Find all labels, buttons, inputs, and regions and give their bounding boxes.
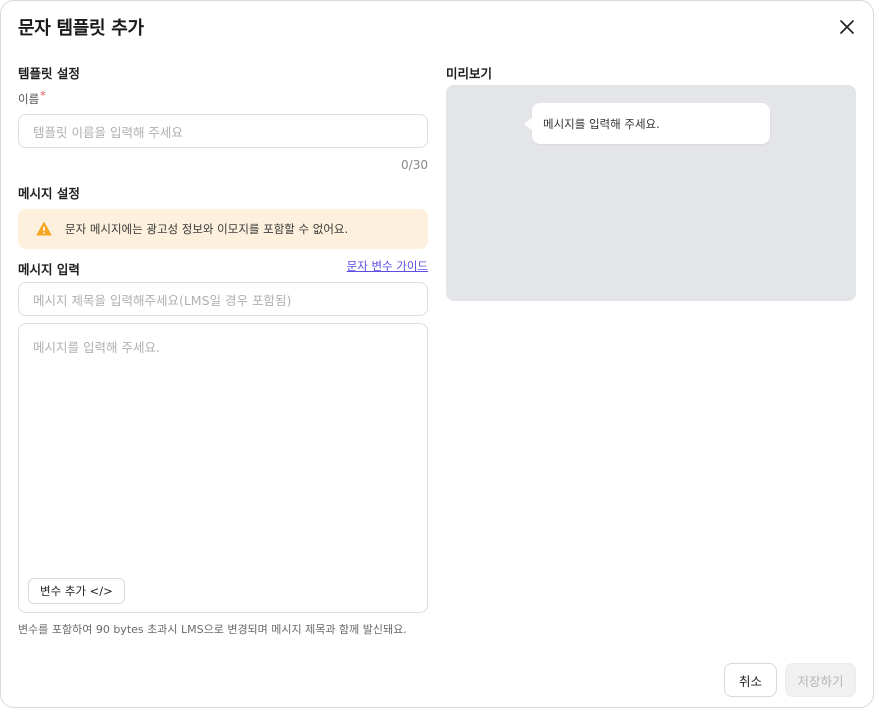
name-label-text: 이름: [18, 92, 40, 106]
close-icon[interactable]: [839, 19, 855, 35]
message-body-textarea[interactable]: 메시지를 입력해 주세요. 변수 추가 </>: [18, 323, 428, 613]
name-char-counter: 0/30: [401, 158, 428, 172]
add-variable-button[interactable]: 변수 추가 </>: [28, 578, 125, 604]
notice-text: 문자 메시지에는 광고성 정보와 이모지를 포함할 수 없어요.: [65, 222, 349, 236]
template-name-placeholder: 템플릿 이름을 입력해 주세요: [33, 124, 183, 140]
message-subject-input[interactable]: 메시지 제목을 입력해주세요(LMS일 경우 포함됨): [18, 282, 428, 316]
message-settings-heading: 메시지 설정: [18, 186, 80, 201]
save-button[interactable]: 저장하기: [785, 663, 856, 697]
add-sms-template-dialog: 문자 템플릿 추가 템플릿 설정 이름* 템플릿 이름을 입력해 주세요 0/3…: [0, 0, 874, 708]
preview-heading: 미리보기: [446, 66, 493, 81]
preview-message-bubble: 메시지를 입력해 주세요.: [532, 103, 770, 144]
message-input-heading: 메시지 입력: [18, 262, 80, 277]
required-mark: *: [40, 89, 46, 102]
template-settings-heading: 템플릿 설정: [18, 66, 80, 81]
dialog-title: 문자 템플릿 추가: [18, 18, 144, 39]
lms-helper-text: 변수를 포함하여 90 bytes 초과시 LMS으로 변경되며 메시지 제목과…: [18, 623, 407, 636]
sms-variable-guide-link[interactable]: 문자 변수 가이드: [341, 258, 428, 274]
template-name-input[interactable]: 템플릿 이름을 입력해 주세요: [18, 114, 428, 148]
close-button[interactable]: [833, 13, 861, 41]
ad-restriction-notice: 문자 메시지에는 광고성 정보와 이모지를 포함할 수 없어요.: [18, 209, 428, 249]
name-field-label: 이름*: [18, 89, 46, 107]
preview-bubble-text: 메시지를 입력해 주세요.: [543, 116, 660, 131]
message-body-placeholder: 메시지를 입력해 주세요.: [33, 340, 160, 355]
message-preview-panel: 메시지를 입력해 주세요.: [446, 85, 856, 301]
message-subject-placeholder: 메시지 제목을 입력해주세요(LMS일 경우 포함됨): [33, 292, 292, 308]
cancel-button[interactable]: 취소: [724, 663, 777, 697]
warning-icon: [36, 221, 52, 237]
